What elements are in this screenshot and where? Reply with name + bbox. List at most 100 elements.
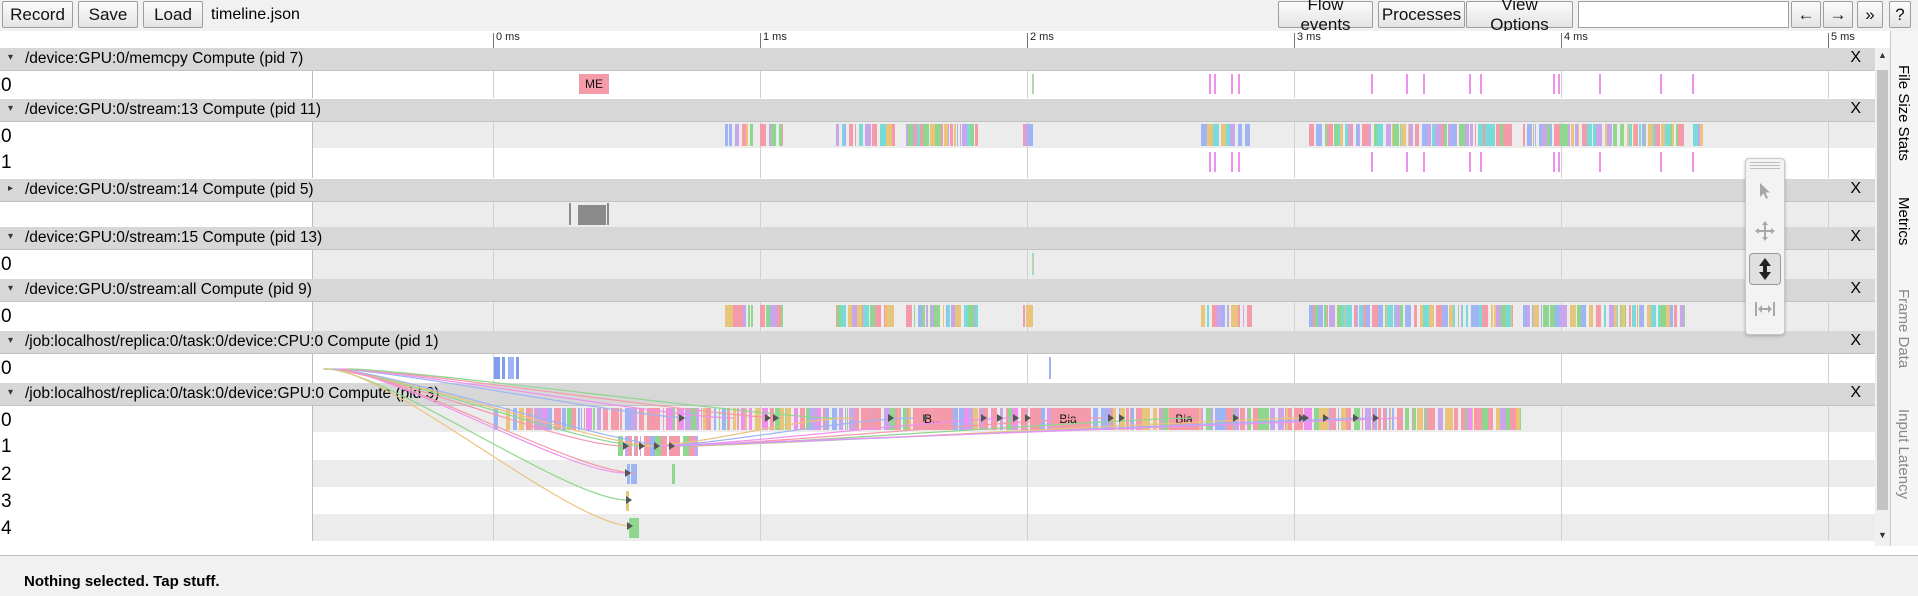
trace-slice[interactable]	[1617, 305, 1618, 327]
trace-slice[interactable]	[794, 408, 798, 430]
trace-slice[interactable]	[1629, 124, 1632, 146]
trace-slice[interactable]	[748, 305, 750, 327]
trace-slice[interactable]	[1620, 124, 1624, 146]
trace-slice[interactable]	[1049, 357, 1051, 379]
trace-slice[interactable]	[663, 408, 664, 430]
collapse-arrow-icon[interactable]: ▾	[8, 335, 13, 346]
trace-slice[interactable]	[1289, 408, 1292, 430]
trace-slice[interactable]	[1392, 408, 1394, 430]
trace-slice[interactable]	[1113, 408, 1116, 430]
trace-slice[interactable]	[1578, 124, 1579, 146]
trace-slice[interactable]	[502, 357, 505, 379]
trace-slice[interactable]	[1535, 124, 1536, 146]
close-process-button[interactable]: X	[1850, 384, 1861, 402]
trace-slice[interactable]	[922, 305, 925, 327]
trace-slice[interactable]	[914, 305, 915, 327]
trace-slice[interactable]	[844, 124, 846, 146]
trace-slice[interactable]	[1414, 305, 1417, 327]
trace-slice[interactable]	[1520, 408, 1521, 430]
trace-slice[interactable]	[1000, 408, 1003, 430]
thread-track[interactable]	[313, 514, 1875, 541]
trace-slice[interactable]	[1030, 305, 1033, 327]
mouse-mode-selector[interactable]	[1745, 158, 1785, 335]
trace-slice[interactable]	[868, 124, 871, 146]
trace-slice[interactable]	[1247, 305, 1252, 327]
trace-slice[interactable]	[1012, 408, 1018, 430]
trace-slice[interactable]	[1570, 305, 1576, 327]
trace-slice[interactable]	[970, 124, 974, 146]
tab-file-size-stats[interactable]: File Size Stats	[1895, 65, 1912, 161]
trace-slice[interactable]	[845, 408, 846, 430]
trace-slice[interactable]	[1366, 305, 1370, 327]
trace-slice[interactable]	[841, 305, 846, 327]
trace-slice[interactable]	[1611, 124, 1612, 146]
trace-slice[interactable]	[1613, 124, 1617, 146]
trace-slice[interactable]	[1397, 408, 1403, 430]
view-options-button[interactable]: View Options	[1466, 0, 1573, 34]
trace-slice[interactable]	[762, 408, 768, 430]
collapsed-slice[interactable]	[569, 203, 571, 225]
trace-slice[interactable]	[509, 408, 510, 430]
trace-slice[interactable]	[1692, 152, 1694, 172]
record-button[interactable]: Record	[2, 1, 73, 28]
trace-slice[interactable]	[674, 436, 680, 456]
trace-slice[interactable]	[1599, 152, 1601, 172]
trace-slice[interactable]	[1569, 124, 1570, 146]
trace-slice[interactable]	[1558, 152, 1560, 172]
trace-slice[interactable]	[1692, 74, 1694, 94]
zoom-mode-button[interactable]	[1749, 253, 1781, 285]
trace-slice[interactable]	[1465, 124, 1469, 146]
trace-slice[interactable]	[1386, 408, 1387, 430]
trace-slice[interactable]	[1027, 408, 1028, 430]
trace-slice[interactable]	[1032, 253, 1034, 275]
trace-slice[interactable]	[909, 408, 911, 430]
trace-slice[interactable]	[1243, 305, 1244, 327]
collapsed-process-row[interactable]	[0, 202, 1875, 227]
thread-track[interactable]	[313, 250, 1875, 279]
trace-slice[interactable]	[863, 305, 869, 327]
trace-slice[interactable]	[714, 408, 716, 430]
trace-slice[interactable]	[1209, 74, 1211, 94]
thread-row[interactable]: 2	[0, 460, 1875, 487]
trace-slice[interactable]	[672, 464, 675, 484]
trace-slice[interactable]	[1329, 305, 1335, 327]
trace-slice[interactable]	[1640, 305, 1644, 327]
trace-slice[interactable]	[950, 124, 953, 146]
thread-track[interactable]	[313, 148, 1875, 178]
trace-slice[interactable]	[1458, 305, 1459, 327]
trace-slice[interactable]	[620, 408, 622, 430]
thread-row[interactable]: 0 ME	[0, 71, 1875, 98]
trace-slice[interactable]	[892, 124, 895, 146]
trace-slice[interactable]	[1390, 408, 1391, 430]
trace-slice[interactable]	[1632, 305, 1636, 327]
trace-slice[interactable]	[1378, 305, 1383, 327]
trace-slice[interactable]	[743, 305, 746, 327]
trace-slice[interactable]	[1417, 408, 1423, 430]
trace-slice[interactable]	[1660, 152, 1662, 172]
thread-row[interactable]: 3	[0, 487, 1875, 514]
trace-slice[interactable]	[701, 408, 702, 430]
thread-track[interactable]	[313, 354, 1875, 383]
trace-slice[interactable]	[1354, 408, 1360, 430]
trace-slice[interactable]	[1429, 305, 1434, 327]
trace-slice[interactable]	[494, 357, 500, 379]
trace-slice[interactable]	[1660, 74, 1662, 94]
trace-slice[interactable]	[1240, 408, 1245, 430]
trace-slice[interactable]	[1234, 408, 1239, 430]
trace-slice[interactable]	[1512, 305, 1513, 327]
trace-slice[interactable]	[1369, 124, 1371, 146]
trace-slice[interactable]	[855, 408, 859, 430]
trace-slice[interactable]	[1462, 305, 1463, 327]
trace-slice[interactable]	[626, 491, 629, 511]
scrollbar-thumb[interactable]	[1877, 70, 1888, 510]
trace-slice[interactable]	[983, 408, 988, 430]
thread-row[interactable]: 0	[0, 250, 1875, 279]
trace-slice[interactable]	[755, 408, 761, 430]
trace-slice[interactable]	[1359, 124, 1360, 146]
thread-row[interactable]: 0	[0, 122, 1875, 148]
trace-slice[interactable]	[1238, 124, 1242, 146]
trace-slice[interactable]	[1480, 74, 1482, 94]
trace-slice[interactable]	[1672, 124, 1674, 146]
trace-slice[interactable]	[1207, 305, 1209, 327]
more-button[interactable]: »	[1857, 1, 1883, 28]
